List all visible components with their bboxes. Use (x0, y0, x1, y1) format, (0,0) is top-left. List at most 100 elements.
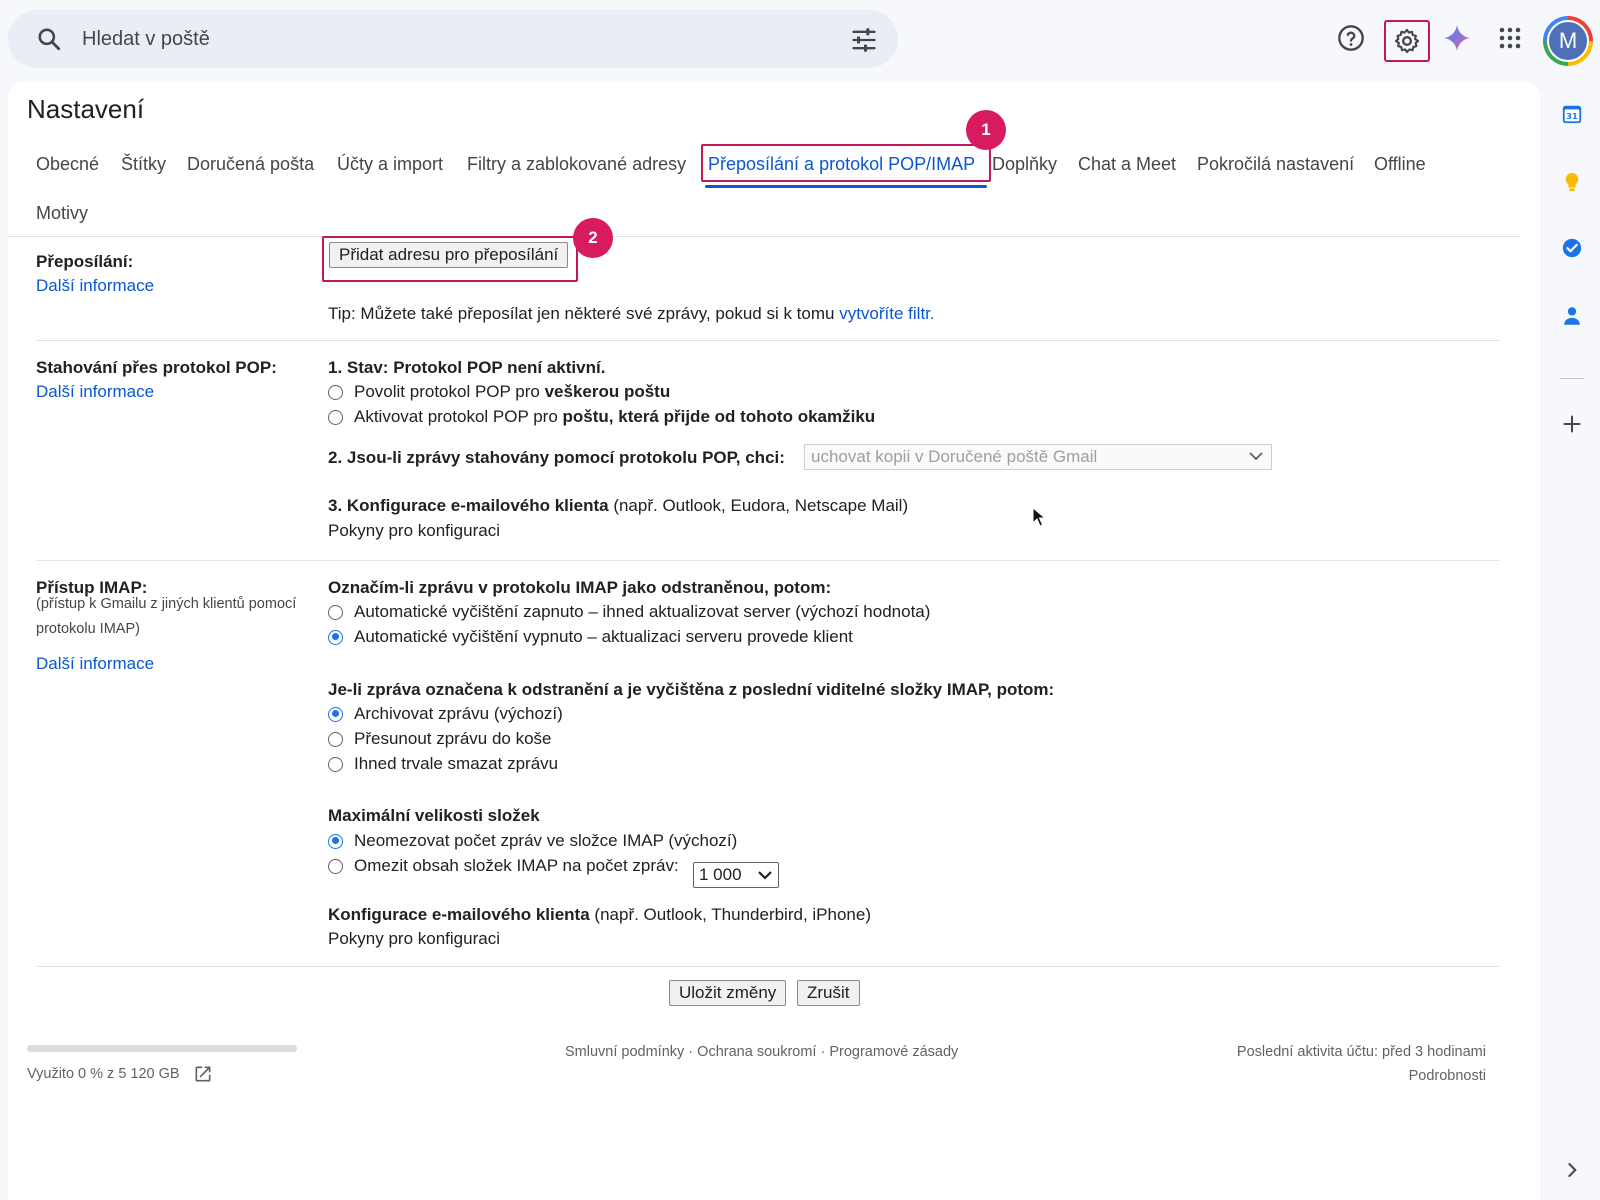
imap-expunge-heading: Je-li zpráva označena k odstranění a je … (328, 680, 1055, 699)
imap-auto-expunge-off-radio[interactable] (328, 629, 343, 645)
tab-chat-meet[interactable]: Chat a Meet (1078, 154, 1176, 175)
gemini-spark-icon (1443, 24, 1471, 52)
svg-text:31: 31 (1566, 111, 1578, 121)
save-changes-button[interactable]: Uložit změny (669, 980, 787, 1006)
imap-trash-radio[interactable] (328, 731, 343, 747)
imap-limit-option[interactable]: Omezit obsah složek IMAP na počet zpráv: (328, 856, 679, 876)
forwarding-label: Přeposílání: (36, 252, 134, 271)
step-badge-1: 1 (966, 110, 1006, 150)
imap-config-instructions-link[interactable]: Pokyny pro konfiguraci (328, 929, 500, 949)
imap-auto-expunge-off-option[interactable]: Automatické vyčištění vypnuto – aktualiz… (328, 627, 853, 647)
tabs-divider (8, 236, 1520, 237)
storage-usage-bar (27, 1045, 297, 1052)
pop-when-accessed-select[interactable]: uchovat kopii v Doručené poště Gmail (804, 444, 1272, 470)
account-avatar[interactable]: M (1543, 16, 1593, 66)
tasks-app-button[interactable] (1558, 234, 1586, 262)
plus-icon (1563, 415, 1581, 433)
pop-config-instructions-link[interactable]: Pokyny pro konfiguraci (328, 521, 500, 541)
active-tab-highlight (701, 144, 991, 182)
imap-delete-forever-option[interactable]: Ihned trvale smazat zprávu (328, 754, 558, 774)
imap-limit-select[interactable]: 1 000 (693, 862, 779, 888)
pop-enable-new-option[interactable]: Aktivovat protokol POP pro poštu, která … (328, 407, 875, 427)
imap-auto-expunge-on-option[interactable]: Automatické vyčištění zapnuto – ihned ak… (328, 602, 930, 622)
pop-enable-all-option[interactable]: Povolit protokol POP pro veškerou poštu (328, 382, 670, 402)
imap-archive-option[interactable]: Archivovat zprávu (výchozí) (328, 704, 563, 724)
terms-link[interactable]: Smluvní podmínky (565, 1044, 684, 1060)
chevron-down-icon (1249, 452, 1263, 461)
open-in-new-icon[interactable] (193, 1064, 213, 1084)
create-filter-link[interactable]: vytvoříte filtr. (839, 304, 934, 323)
imap-more-info-link[interactable]: Další informace (36, 654, 154, 674)
settings-card: Nastavení Obecné Štítky Doručená pošta Ú… (8, 82, 1540, 1200)
program-policies-link[interactable]: Programové zásady (829, 1044, 958, 1060)
gear-icon (1394, 28, 1420, 54)
search-options-icon[interactable] (850, 26, 878, 54)
section-divider (36, 966, 1500, 967)
section-divider (36, 340, 1500, 341)
settings-button[interactable] (1384, 20, 1430, 62)
pop-enable-all-radio[interactable] (328, 384, 343, 400)
imap-no-limit-radio[interactable] (328, 833, 343, 849)
pop-status: 1. Stav: Protokol POP není aktivní. (328, 358, 606, 377)
tab-addons[interactable]: Doplňky (992, 154, 1057, 175)
cancel-button[interactable]: Zrušit (797, 980, 860, 1006)
chevron-down-icon (758, 871, 772, 880)
imap-note: (přístup k Gmailu z jiných klientů pomoc… (36, 596, 297, 637)
tasks-check-icon (1562, 238, 1582, 258)
forwarding-tip: Tip: Můžete také přeposílat jen některé … (328, 304, 935, 324)
help-button[interactable] (1331, 18, 1371, 58)
tab-accounts-import[interactable]: Účty a import (337, 154, 443, 175)
keep-app-button[interactable] (1558, 168, 1586, 196)
imap-archive-radio[interactable] (328, 706, 343, 722)
contacts-person-icon (1564, 307, 1580, 325)
section-divider (36, 560, 1500, 561)
last-activity-text: Poslední aktivita účtu: před 3 hodinami (1236, 1044, 1486, 1060)
tab-inbox[interactable]: Doručená pošta (187, 154, 314, 175)
imap-folder-size-heading: Maximální velikosti složek (328, 806, 540, 825)
imap-no-limit-option[interactable]: Neomezovat počet zpráv ve složce IMAP (v… (328, 831, 737, 851)
imap-client-config: Konfigurace e-mailového klienta (např. O… (328, 905, 871, 924)
pop-enable-new-radio[interactable] (328, 409, 343, 425)
side-panel: 31 (1544, 90, 1600, 1200)
google-apps-button[interactable] (1490, 18, 1530, 58)
imap-auto-expunge-on-radio[interactable] (328, 604, 343, 620)
pop-client-config: 3. Konfigurace e-mailového klienta (např… (328, 496, 909, 515)
contacts-app-button[interactable] (1558, 302, 1586, 330)
forwarding-tip-text: Tip: Můžete také přeposílat jen některé … (328, 304, 835, 323)
imap-deleted-heading: Označím-li zprávu v protokolu IMAP jako … (328, 578, 832, 597)
chevron-right-icon (1568, 1163, 1577, 1177)
pop-more-info-link[interactable]: Další informace (36, 382, 154, 402)
apps-grid-icon (1499, 27, 1521, 49)
privacy-link[interactable]: Ochrana soukromí (697, 1044, 816, 1060)
tab-themes[interactable]: Motivy (36, 203, 88, 224)
imap-delete-forever-radio[interactable] (328, 756, 343, 772)
search-input[interactable] (82, 24, 782, 54)
pop-when-accessed-label: 2. Jsou-li zprávy stahovány pomocí proto… (328, 448, 785, 467)
gemini-button[interactable] (1437, 18, 1477, 58)
activity-details-link[interactable]: Podrobnosti (1409, 1068, 1486, 1084)
step-badge-2: 2 (573, 218, 613, 258)
calendar-icon: 31 (1562, 105, 1582, 124)
imap-limit-radio[interactable] (328, 858, 343, 874)
tab-offline[interactable]: Offline (1374, 154, 1426, 175)
tab-advanced[interactable]: Pokročilá nastavení (1197, 154, 1354, 175)
tab-general[interactable]: Obecné (36, 154, 99, 175)
avatar-letter: M (1547, 20, 1589, 62)
footer-links: Smluvní podmínky · Ochrana soukromí · Pr… (565, 1044, 959, 1060)
tab-filters[interactable]: Filtry a zablokované adresy (467, 154, 686, 175)
storage-usage-text: Využito 0 % z 5 120 GB (27, 1066, 180, 1082)
side-panel-divider (1560, 378, 1584, 379)
help-icon (1338, 25, 1364, 51)
search-bar[interactable] (8, 10, 898, 68)
calendar-app-button[interactable]: 31 (1558, 100, 1586, 128)
search-icon[interactable] (36, 26, 62, 52)
forwarding-more-info-link[interactable]: Další informace (36, 276, 154, 296)
keep-bulb-icon (1565, 172, 1579, 192)
add-addon-button[interactable] (1558, 410, 1586, 438)
pop-label: Stahování přes protokol POP: (36, 358, 277, 377)
expand-side-panel-button[interactable] (1558, 1156, 1586, 1184)
imap-trash-option[interactable]: Přesunout zprávu do koše (328, 729, 552, 749)
page-title: Nastavení (27, 94, 145, 124)
add-forwarding-address-button[interactable]: Přidat adresu pro přeposílání (329, 242, 569, 268)
tab-labels[interactable]: Štítky (121, 154, 166, 175)
